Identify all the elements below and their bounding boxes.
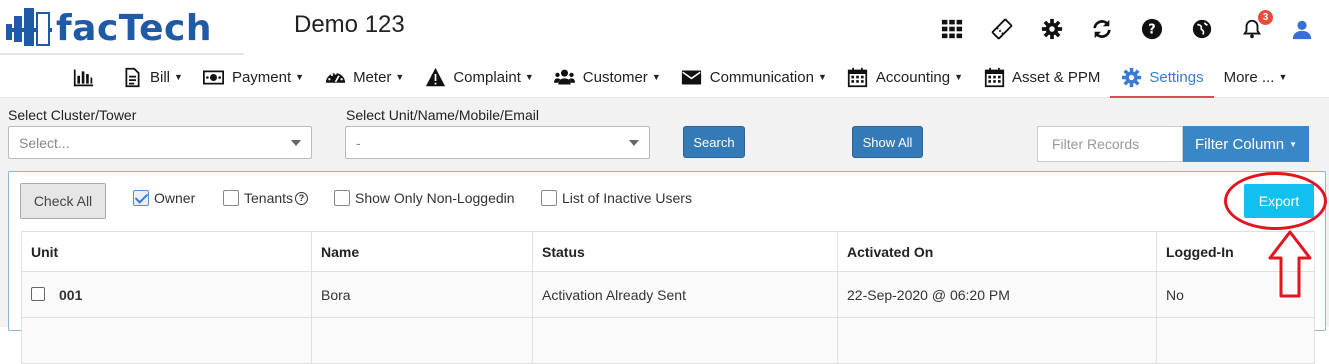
checkbox-icon: [223, 190, 239, 206]
gauge-icon: [324, 66, 346, 88]
cell-status: [532, 317, 838, 364]
unit-select-value: -: [356, 134, 361, 151]
document-icon: [121, 66, 143, 88]
filter-records-input[interactable]: Filter Records: [1037, 126, 1183, 162]
search-button[interactable]: Search: [683, 126, 745, 158]
nav-item-asset-ppm[interactable]: Asset & PPM: [973, 56, 1110, 98]
tenants-checkbox[interactable]: Tenants ?: [223, 190, 309, 206]
users-panel: Check All Owner Tenants ? Show Only Non-…: [8, 171, 1326, 364]
filter-column-button[interactable]: Filter Column ▼: [1183, 126, 1309, 162]
bar-chart-icon: [72, 66, 94, 88]
cluster-select[interactable]: Select...: [8, 126, 312, 159]
nav-item-payment[interactable]: Payment ▼: [193, 56, 314, 98]
cluster-select-value: Select...: [19, 134, 70, 151]
unit-select[interactable]: -: [345, 126, 650, 159]
cell-activated-on: [837, 317, 1157, 364]
gear-icon: [1120, 66, 1142, 88]
nav-label: Complaint: [453, 68, 521, 86]
cluster-label: Select Cluster/Tower: [8, 107, 137, 123]
unit-label: Select Unit/Name/Mobile/Email: [346, 107, 539, 123]
logo-mark-icon: [6, 8, 52, 48]
nav-item-communication[interactable]: Communication ▼: [671, 56, 837, 98]
nav-item-bill[interactable]: Bill ▼: [111, 56, 193, 98]
nav-label: Bill: [150, 68, 171, 86]
users-icon: [554, 66, 576, 88]
table-row[interactable]: 001 Bora Activation Already Sent 22-Sep-…: [21, 271, 1315, 318]
chevron-down-icon: [629, 140, 639, 146]
checkbox-icon: [334, 190, 350, 206]
inactive-users-label: List of Inactive Users: [562, 190, 692, 206]
filter-column-label: Filter Column: [1194, 135, 1285, 153]
nav-item-complaint[interactable]: Complaint ▼: [414, 56, 543, 98]
tenants-label: Tenants: [244, 190, 294, 206]
checkbox-checked-icon: [133, 190, 149, 206]
help-circle-icon[interactable]: ?: [295, 191, 309, 205]
money-icon: [203, 66, 225, 88]
ticket-icon[interactable]: [989, 16, 1015, 42]
check-all-button[interactable]: Check All: [20, 183, 106, 219]
calendar-icon: [847, 66, 869, 88]
nav-label: Customer: [582, 68, 648, 86]
apps-grid-icon[interactable]: [939, 16, 965, 42]
non-loggedin-label: Show Only Non-Loggedin: [355, 190, 515, 206]
logo-divider: [0, 53, 244, 55]
top-icon-bar: ? 3: [915, 10, 1315, 46]
gear-icon[interactable]: [1039, 16, 1065, 42]
user-icon[interactable]: [1289, 16, 1315, 42]
warning-icon: [424, 66, 446, 88]
top-header: facTech Demo 123 ? 3: [0, 0, 1329, 56]
annotation-ellipse: [1224, 172, 1327, 230]
nav-label: Communication: [709, 68, 814, 86]
cell-logged-in: [1156, 317, 1315, 364]
globe-icon[interactable]: [1189, 16, 1215, 42]
table-row[interactable]: [21, 317, 1315, 364]
logo-text: facTech: [56, 7, 212, 49]
chevron-down-icon: ▼: [1289, 139, 1298, 149]
cell-name: Bora: [311, 271, 533, 318]
cell-name: [311, 317, 533, 364]
bell-icon[interactable]: 3: [1239, 10, 1273, 42]
col-activated-on[interactable]: Activated On: [837, 231, 1157, 272]
logo[interactable]: facTech: [6, 4, 244, 52]
refresh-icon[interactable]: [1089, 16, 1115, 42]
col-name[interactable]: Name: [311, 231, 533, 272]
inactive-users-checkbox[interactable]: List of Inactive Users: [541, 190, 692, 206]
owner-checkbox[interactable]: Owner: [133, 190, 195, 206]
nav-item-more[interactable]: More ... ▼: [1214, 56, 1298, 98]
nav-label: Payment: [231, 68, 292, 86]
nav-label: Asset & PPM: [1012, 68, 1101, 86]
calendar-icon: [983, 66, 1005, 88]
app-title: Demo 123: [294, 11, 405, 38]
cell-unit: 001: [21, 271, 312, 318]
checkbox-icon: [541, 190, 557, 206]
nav-item-settings[interactable]: Settings: [1110, 56, 1214, 99]
annotation-up-arrow-icon: [1268, 230, 1312, 298]
users-table: Unit Name Status Activated On Logged-In …: [21, 231, 1315, 364]
chevron-down-icon: [291, 140, 301, 146]
nav-label: Meter: [353, 68, 392, 86]
row-checkbox[interactable]: [31, 286, 45, 301]
nav-label: Settings: [1149, 68, 1204, 86]
nav-item-dashboard[interactable]: [62, 56, 111, 98]
svg-text:?: ?: [1148, 23, 1155, 38]
show-all-button[interactable]: Show All: [852, 126, 923, 158]
cell-status: Activation Already Sent: [532, 271, 838, 318]
unit-value: 001: [59, 286, 83, 303]
non-loggedin-checkbox[interactable]: Show Only Non-Loggedin: [334, 190, 515, 206]
notification-badge: 3: [1258, 10, 1273, 25]
col-status[interactable]: Status: [532, 231, 838, 272]
cell-activated-on: 22-Sep-2020 @ 06:20 PM: [837, 271, 1157, 318]
nav-item-meter[interactable]: Meter ▼: [314, 56, 414, 98]
nav-item-customer[interactable]: Customer ▼: [544, 56, 671, 98]
nav-label: More ...: [1223, 68, 1275, 86]
main-nav: Bill ▼ Payment ▼ Meter ▼ Complaint ▼ Custome…: [0, 56, 1329, 99]
owner-label: Owner: [154, 190, 196, 206]
envelope-icon: [681, 66, 703, 88]
help-circle-icon[interactable]: ?: [1139, 16, 1165, 42]
nav-item-accounting[interactable]: Accounting ▼: [837, 56, 973, 98]
cell-unit: [21, 317, 312, 364]
table-header-row: Unit Name Status Activated On Logged-In: [21, 231, 1315, 272]
col-unit[interactable]: Unit: [21, 231, 312, 272]
nav-label: Accounting: [875, 68, 951, 86]
